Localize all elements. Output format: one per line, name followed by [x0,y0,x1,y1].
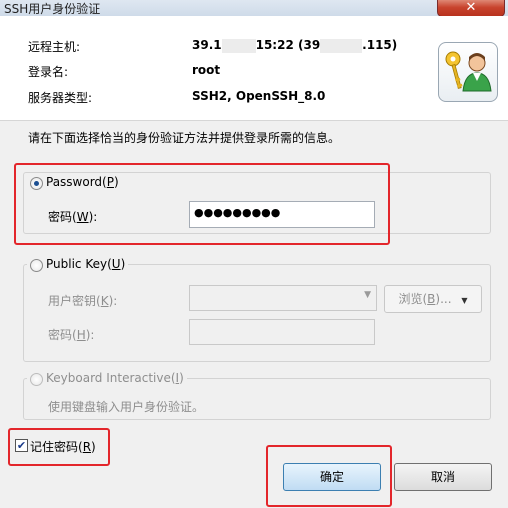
public-key-radio[interactable] [30,259,43,272]
browse-button[interactable]: 浏览(B)... ▼ [384,285,482,313]
server-type-label: 服务器类型: [28,91,93,105]
server-type-value: SSH2, OpenSSH_8.0 [192,89,326,103]
user-key-select[interactable]: ▼ [189,285,377,311]
remote-host-value: 39.1 15:22 (39.115) [192,38,398,53]
password-highlight [14,163,390,245]
remember-highlight [8,428,110,466]
user-key-label: 用户密钥(K): [48,294,118,308]
close-button[interactable]: ✕ [437,0,505,17]
ok-highlight [266,445,392,507]
keyboard-interactive-radio-option[interactable]: Keyboard Interactive(I) [27,371,187,386]
login-name-value: root [192,63,221,77]
user-key-icon [438,42,498,102]
login-name-label: 登录名: [28,65,69,79]
public-key-radio-option[interactable]: Public Key(U) [27,257,129,272]
dropdown-arrow-icon: ▼ [461,296,468,305]
close-icon: ✕ [465,0,477,15]
keyboard-interactive-radio[interactable] [30,373,43,386]
chevron-down-icon: ▼ [364,290,371,300]
window-title: SSH用户身份验证 [4,2,101,16]
keyboard-interactive-description: 使用键盘输入用户身份验证。 [48,400,205,414]
cancel-button[interactable]: 取消 [394,463,492,491]
passphrase-input[interactable] [189,319,375,345]
remote-host-label: 远程主机: [28,40,81,54]
passphrase-label: 密码(H): [48,328,95,342]
instruction-text: 请在下面选择恰当的身份验证方法并提供登录所需的信息。 [28,131,341,145]
